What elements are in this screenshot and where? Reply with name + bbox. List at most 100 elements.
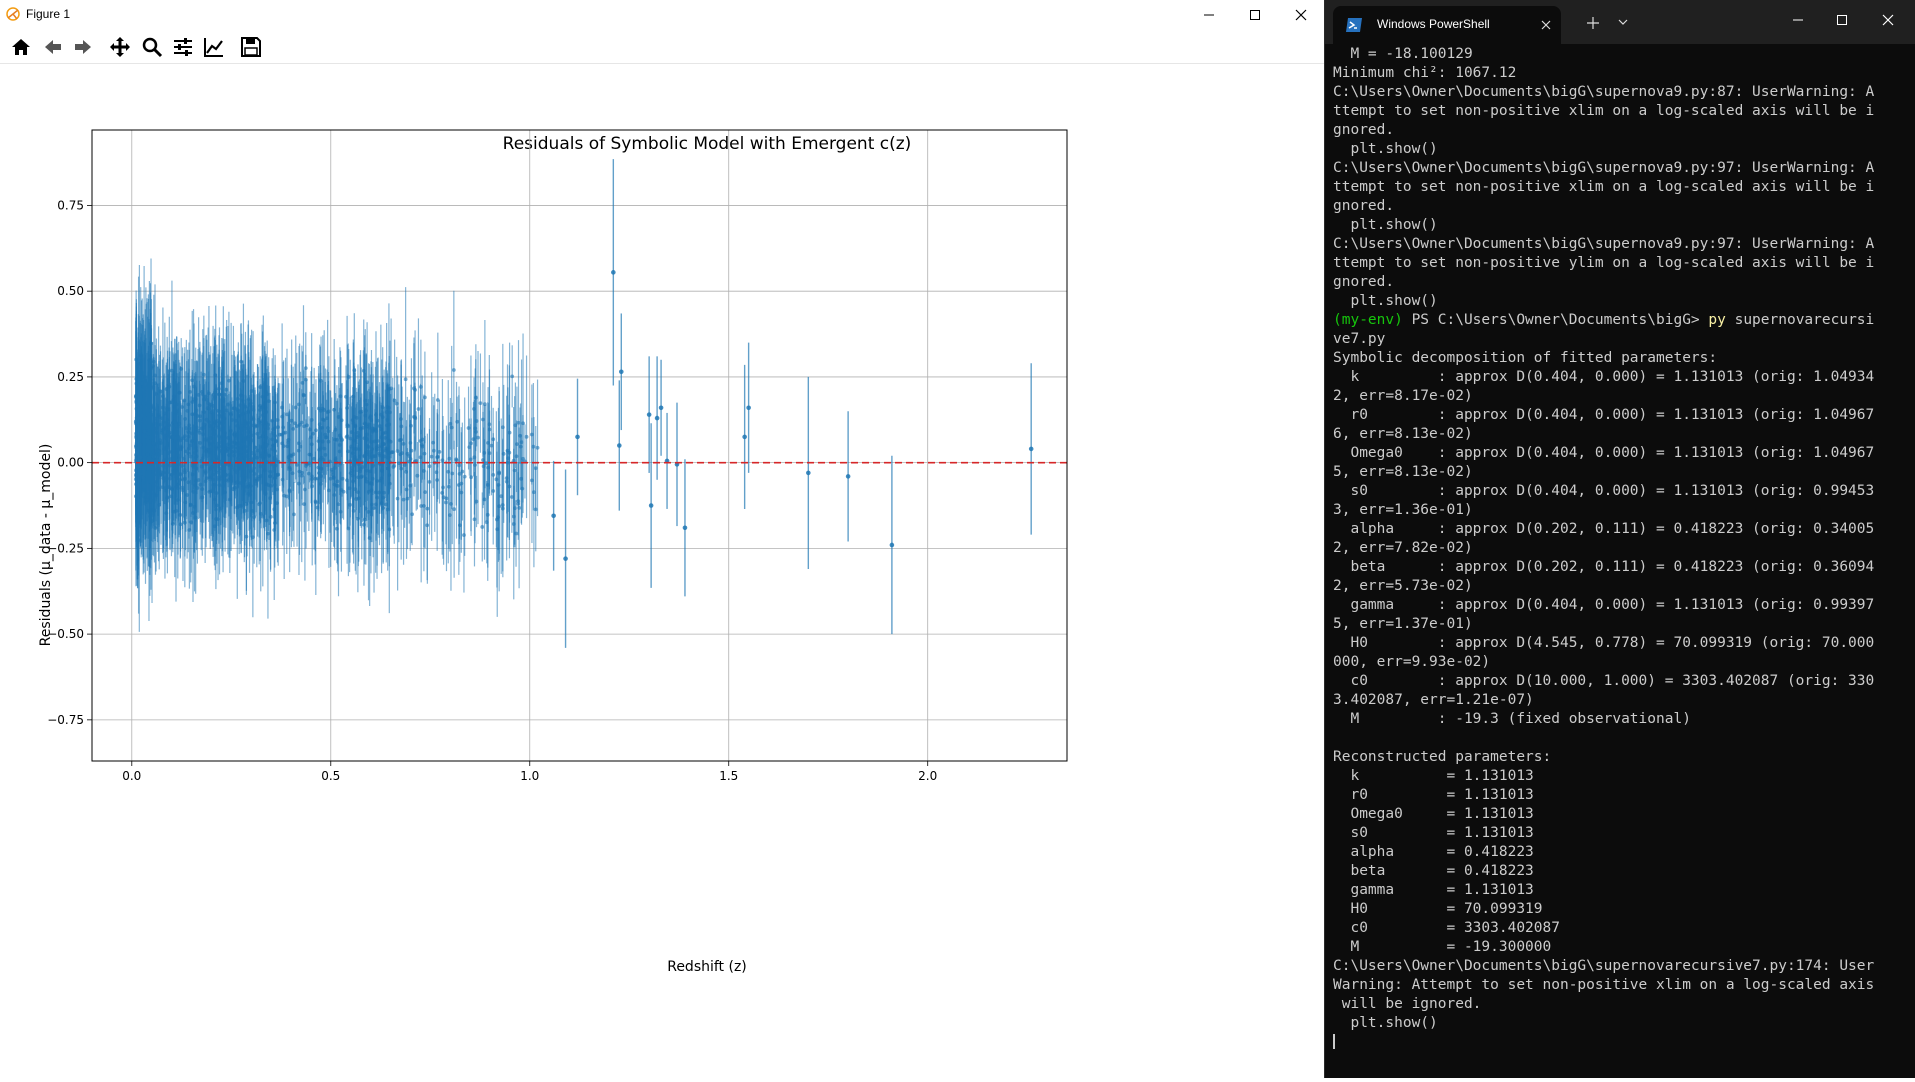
- terminal-tab[interactable]: Windows PowerShell: [1333, 6, 1561, 44]
- x-tick-label: 0.0: [122, 769, 141, 783]
- data-point: [210, 465, 214, 470]
- data-point: [462, 533, 466, 537]
- terminal-line: beta : approx D(0.202, 0.111) = 0.418223…: [1333, 559, 1875, 575]
- data-point: [264, 443, 269, 447]
- x-tick-label: 1.5: [719, 769, 738, 783]
- chevron-down-icon[interactable]: [1618, 19, 1628, 27]
- save-figure-button[interactable]: [238, 34, 264, 60]
- terminal-close-button[interactable]: [1866, 0, 1910, 40]
- close-tab-icon[interactable]: [1541, 20, 1551, 30]
- terminal-line: C:\Users\Owner\Documents\bigG\supernova9…: [1333, 84, 1875, 100]
- data-point: [270, 447, 275, 451]
- data-point: [746, 405, 751, 411]
- terminal-line: beta = 0.418223: [1333, 863, 1534, 879]
- data-point: [303, 366, 308, 371]
- minimize-icon: [1204, 14, 1214, 16]
- plot-canvas[interactable]: Residuals of Symbolic Model with Emergen…: [0, 64, 1324, 1078]
- data-point: [474, 499, 479, 504]
- terminal-line: M = -19.300000: [1333, 939, 1552, 955]
- data-point: [384, 502, 389, 507]
- configure-subplots-button[interactable]: [170, 34, 196, 60]
- data-point: [379, 435, 384, 440]
- data-point: [441, 495, 446, 500]
- terminal-line: s0 = 1.131013: [1333, 825, 1534, 841]
- data-point: [181, 456, 186, 461]
- y-axis-label: Residuals (μ_data - μ_model): [38, 444, 54, 647]
- data-point: [147, 500, 152, 504]
- close-button[interactable]: [1278, 0, 1324, 30]
- close-icon: [1882, 14, 1894, 26]
- back-button[interactable]: [40, 34, 66, 60]
- data-point: [563, 556, 568, 561]
- maximize-icon: [1250, 10, 1260, 20]
- terminal-maximize-button[interactable]: [1820, 0, 1864, 40]
- data-point: [182, 477, 187, 482]
- forward-button[interactable]: [70, 34, 96, 60]
- data-point: [155, 458, 160, 463]
- data-point: [200, 392, 205, 397]
- terminal-line: M = -18.100129: [1333, 46, 1473, 62]
- x-axis-label: Redshift (z): [667, 959, 747, 975]
- new-tab-icon[interactable]: [1587, 17, 1599, 29]
- x-tick-label: 0.5: [321, 769, 340, 783]
- terminal-output[interactable]: M = -18.100129 Minimum chi²: 1067.12 C:\Us…: [1333, 45, 1911, 1052]
- terminal-line: ve7.py: [1333, 331, 1386, 347]
- y-tick-label: 0.50: [57, 284, 84, 298]
- data-point: [451, 368, 456, 372]
- terminal-cursor-line: [1333, 1033, 1911, 1052]
- data-point: [193, 438, 198, 443]
- data-point: [239, 359, 244, 364]
- pan-button[interactable]: [107, 34, 133, 60]
- home-button[interactable]: [8, 34, 34, 60]
- subplots-configure-icon: [174, 38, 192, 56]
- data-point: [845, 474, 851, 479]
- data-point: [268, 514, 273, 519]
- data-point: [353, 487, 358, 492]
- data-point: [319, 466, 324, 471]
- data-point: [1028, 446, 1034, 452]
- y-tick-label: −0.75: [47, 713, 84, 727]
- data-point: [491, 489, 496, 493]
- data-point: [535, 445, 540, 450]
- terminal-minimize-button[interactable]: [1776, 0, 1820, 40]
- maximize-button[interactable]: [1232, 0, 1278, 30]
- data-point: [473, 395, 478, 400]
- edit-axis-button[interactable]: [201, 34, 227, 60]
- terminal-line: M : -19.3 (fixed observational): [1333, 711, 1691, 727]
- data-point: [345, 423, 350, 428]
- data-point: [422, 451, 427, 456]
- data-point: [413, 415, 417, 420]
- data-point: [252, 515, 257, 519]
- data-point: [196, 392, 201, 397]
- data-point: [321, 418, 326, 423]
- minimize-button[interactable]: [1186, 0, 1232, 30]
- data-point: [551, 513, 556, 519]
- zoom-button[interactable]: [139, 34, 165, 60]
- data-point: [206, 438, 210, 443]
- terminal-line: gamma : approx D(0.404, 0.000) = 1.13101…: [1333, 597, 1875, 613]
- save-icon: [241, 37, 261, 57]
- data-point: [276, 472, 281, 477]
- data-point: [447, 456, 452, 461]
- figure-titlebar[interactable]: Figure 1: [0, 0, 1324, 30]
- terminal-tab-bar[interactable]: Windows PowerShell: [1325, 0, 1915, 44]
- back-arrow-icon: [45, 40, 61, 54]
- terminal-line: gnored.: [1333, 274, 1395, 290]
- terminal-line: 3.402087, err=1.21e-07): [1333, 692, 1534, 708]
- data-point: [335, 479, 340, 484]
- data-point: [654, 415, 660, 421]
- data-point: [217, 466, 222, 471]
- data-point: [255, 423, 260, 428]
- data-point: [300, 380, 305, 385]
- y-tick-label: 0.75: [57, 198, 84, 212]
- terminal-line: gamma = 1.131013: [1333, 882, 1534, 898]
- data-point: [136, 416, 141, 420]
- data-point: [151, 384, 156, 389]
- terminal-line: alpha = 0.418223: [1333, 844, 1534, 860]
- data-point: [467, 445, 472, 450]
- data-point: [416, 407, 421, 411]
- data-point: [472, 455, 477, 460]
- data-point: [616, 443, 622, 448]
- terminal-line: s0 : approx D(0.404, 0.000) = 1.131013 (…: [1333, 483, 1875, 499]
- data-point: [174, 423, 178, 428]
